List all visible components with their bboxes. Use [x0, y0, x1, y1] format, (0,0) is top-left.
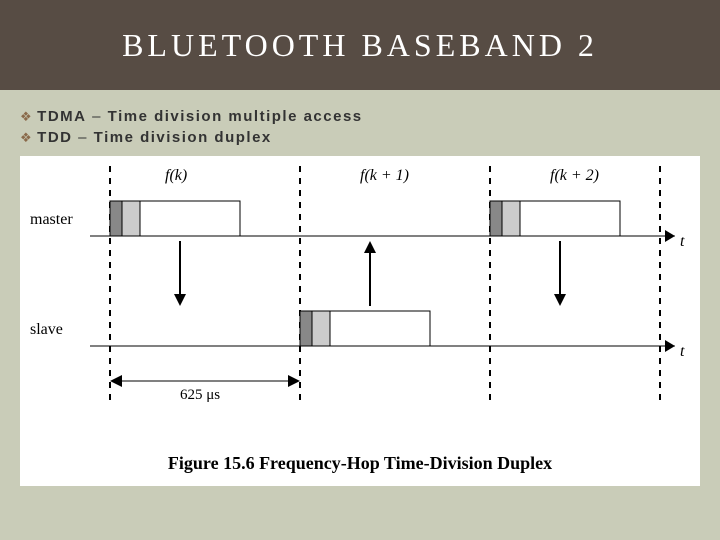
slot-label-fk1: f(k + 1) — [360, 167, 409, 184]
slot-label-fk: f(k) — [165, 167, 187, 184]
bullet-tdma: ❖TDMA – Time division multiple access — [20, 108, 700, 125]
slide-title-bar: BLUETOOTH BASEBAND 2 — [0, 0, 720, 90]
diamond-bullet-icon: ❖ — [20, 130, 37, 145]
slot-width-label: 625 μs — [180, 387, 220, 403]
row-label-slave: slave — [30, 321, 63, 338]
slot-label-fk2: f(k + 2) — [550, 167, 599, 184]
bullet-sep: – — [72, 129, 93, 146]
figure-svg: f(k) f(k + 1) f(k + 2) t master t slave — [20, 156, 700, 486]
bullet-tdd: ❖TDD – Time division duplex — [20, 129, 700, 146]
row-label-master: master — [30, 211, 73, 228]
figure-panel: f(k) f(k + 1) f(k + 2) t master t slave — [20, 156, 700, 486]
slide-title: BLUETOOTH BASEBAND 2 — [122, 27, 598, 64]
bullet-sep: – — [86, 108, 107, 125]
bullet-term: TDD — [37, 129, 72, 146]
diamond-bullet-icon: ❖ — [20, 109, 37, 124]
bullet-term: TDMA — [37, 108, 86, 125]
slide-body: ❖TDMA – Time division multiple access ❖T… — [0, 90, 720, 506]
axis-t-master: t — [680, 233, 685, 250]
bullet-rest: Time division multiple access — [108, 108, 363, 125]
axis-t-slave: t — [680, 343, 685, 360]
figure-caption: Figure 15.6 Frequency-Hop Time-Division … — [20, 453, 700, 474]
bullet-rest: Time division duplex — [94, 129, 272, 146]
